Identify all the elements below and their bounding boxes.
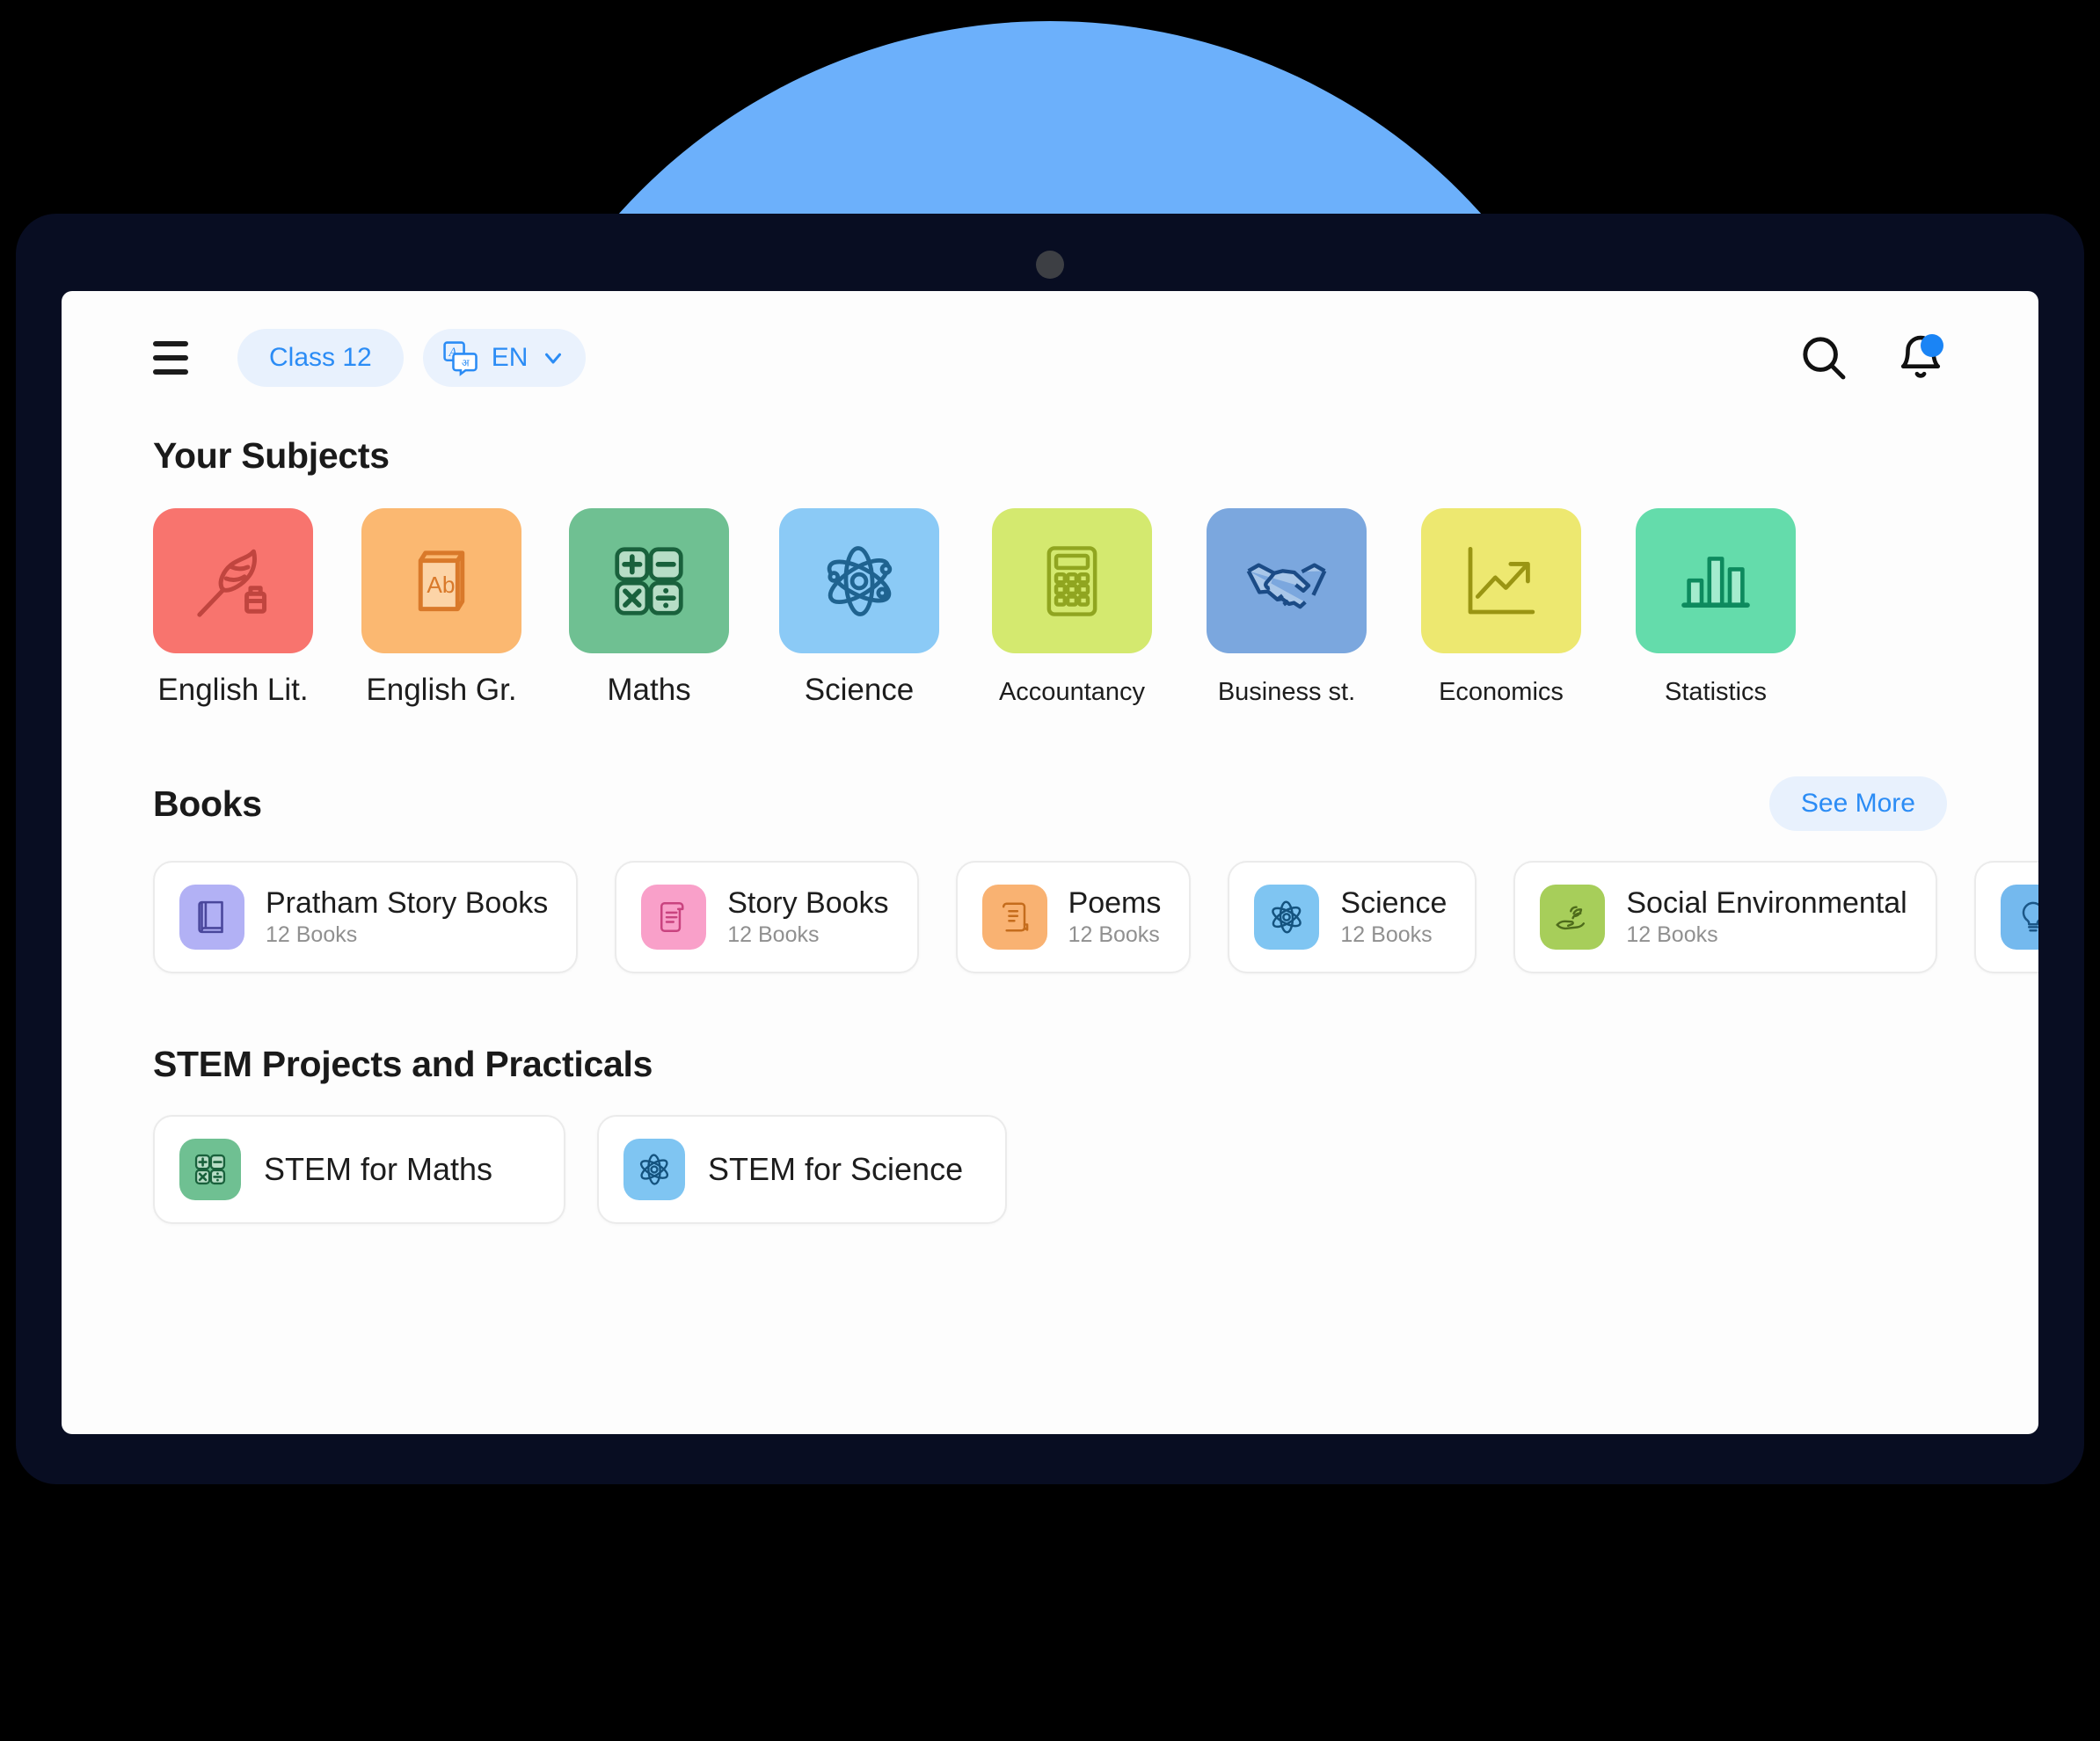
subjects-list: English Lit. Ab English Gr. Maths Scienc… bbox=[153, 508, 1991, 708]
subject-tile: Ab bbox=[361, 508, 521, 653]
trend-up-chart-icon bbox=[1457, 537, 1545, 625]
subject-item-statistics[interactable]: Statistics bbox=[1636, 508, 1796, 707]
subject-label: Statistics bbox=[1664, 678, 1768, 706]
subject-tile bbox=[992, 508, 1152, 653]
tablet-screen: Class 12 A अ EN Your Subjects English Li… bbox=[62, 291, 2038, 1434]
stem-title: STEM for Science bbox=[708, 1151, 964, 1187]
books-section-header: Books See More bbox=[153, 776, 1947, 831]
atom-icon bbox=[815, 537, 903, 625]
book-title: Story Books bbox=[727, 885, 889, 920]
subject-tile bbox=[779, 508, 939, 653]
book-count: 12 Books bbox=[1068, 921, 1160, 947]
subject-label: Maths bbox=[607, 673, 691, 707]
app-header: Class 12 A अ EN bbox=[109, 291, 1991, 425]
translate-icon: A अ bbox=[441, 339, 479, 377]
book-card-science[interactable]: Science 12 Books bbox=[1228, 861, 1477, 973]
bell-icon[interactable] bbox=[1887, 324, 1954, 391]
camera-dot-icon bbox=[1036, 251, 1064, 279]
stem-card-maths[interactable]: STEM for Maths bbox=[153, 1115, 565, 1224]
subject-item-english-gr[interactable]: Ab English Gr. bbox=[361, 508, 521, 708]
subject-item-accountancy[interactable]: Accountancy bbox=[992, 508, 1152, 707]
atom-icon bbox=[623, 1139, 685, 1200]
subject-tile bbox=[153, 508, 313, 653]
subject-item-english-lit[interactable]: English Lit. bbox=[153, 508, 313, 708]
book-title: Social Environmental bbox=[1626, 885, 1907, 920]
books-heading: Books bbox=[153, 783, 262, 824]
subject-label: Business st. bbox=[1217, 678, 1356, 706]
subject-label: English Lit. bbox=[157, 673, 309, 707]
scroll-icon bbox=[641, 885, 707, 950]
subject-tile bbox=[1207, 508, 1367, 653]
subject-item-economics[interactable]: Economics bbox=[1421, 508, 1581, 707]
language-selector-chip[interactable]: A अ EN bbox=[422, 329, 587, 387]
calculator-keys-icon bbox=[179, 1139, 241, 1200]
your-subjects-heading: Your Subjects bbox=[153, 435, 390, 476]
book-icon bbox=[179, 885, 244, 950]
book-title: Poems bbox=[1068, 885, 1162, 920]
atom-icon bbox=[1254, 885, 1320, 950]
notification-badge bbox=[1921, 334, 1943, 357]
search-icon[interactable] bbox=[1790, 324, 1857, 391]
subject-item-science[interactable]: Science bbox=[779, 508, 939, 708]
svg-text:Ab: Ab bbox=[427, 571, 455, 597]
book-card-inspirational[interactable]: Inspirational 12 Books bbox=[1973, 861, 2038, 973]
class-selector-chip[interactable]: Class 12 bbox=[237, 329, 404, 387]
books-list: Pratham Story Books 12 Books Story Books bbox=[153, 861, 2038, 973]
book-count: 12 Books bbox=[1626, 921, 1718, 947]
book-title: Pratham Story Books bbox=[266, 885, 549, 920]
subject-label: Science bbox=[804, 673, 915, 707]
subject-item-maths[interactable]: Maths bbox=[569, 508, 729, 708]
tablet-device-frame: Class 12 A अ EN Your Subjects English Li… bbox=[16, 214, 2084, 1484]
notebook-icon bbox=[981, 885, 1047, 950]
language-label: EN bbox=[491, 343, 529, 372]
subject-item-business-studies[interactable]: Business st. bbox=[1207, 508, 1367, 707]
book-count: 12 Books bbox=[1340, 921, 1433, 947]
stem-title: STEM for Maths bbox=[264, 1151, 493, 1187]
subject-label: English Gr. bbox=[366, 673, 517, 707]
stem-card-science[interactable]: STEM for Science bbox=[597, 1115, 1007, 1224]
subject-tile bbox=[1636, 508, 1796, 653]
subject-label: Economics bbox=[1439, 678, 1564, 706]
hand-leaf-icon bbox=[1540, 885, 1606, 950]
book-count: 12 Books bbox=[727, 921, 820, 947]
book-card-pratham-story-books[interactable]: Pratham Story Books 12 Books bbox=[153, 861, 579, 973]
book-card-story-books[interactable]: Story Books 12 Books bbox=[615, 861, 919, 973]
stem-list: STEM for Maths STEM for Science bbox=[153, 1115, 1991, 1224]
book-card-poems[interactable]: Poems 12 Books bbox=[955, 861, 1192, 973]
see-more-button[interactable]: See More bbox=[1768, 776, 1947, 831]
book-count: 12 Books bbox=[266, 921, 358, 947]
calculator-keys-icon bbox=[605, 537, 693, 625]
subject-tile bbox=[569, 508, 729, 653]
subject-label: Accountancy bbox=[998, 678, 1146, 706]
bar-chart-icon bbox=[1673, 539, 1758, 623]
book-card-social-environmental[interactable]: Social Environmental 12 Books bbox=[1513, 861, 1937, 973]
class-selector-label: Class 12 bbox=[269, 343, 372, 372]
hamburger-menu-icon[interactable] bbox=[153, 339, 199, 377]
chevron-down-icon bbox=[540, 345, 566, 371]
subject-tile bbox=[1421, 508, 1581, 653]
book-title: Science bbox=[1340, 885, 1447, 920]
handshake-icon bbox=[1243, 537, 1331, 625]
quill-pen-icon bbox=[187, 535, 279, 627]
lightbulb-icon bbox=[2000, 885, 2038, 950]
ab-book-icon: Ab bbox=[397, 537, 485, 625]
stem-heading: STEM Projects and Practicals bbox=[153, 1044, 653, 1084]
calculator-icon bbox=[1029, 538, 1115, 624]
svg-text:अ: अ bbox=[462, 359, 470, 369]
